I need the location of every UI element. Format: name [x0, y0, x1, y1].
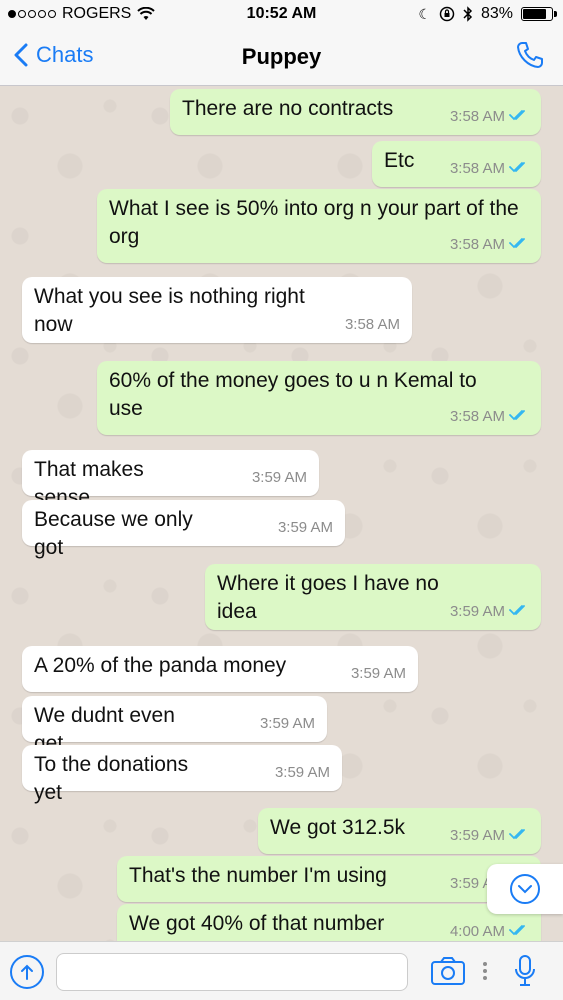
- outgoing-message[interactable]: We got 312.5k 3:59 AM: [258, 808, 541, 854]
- chevron-down-circle-icon: [510, 874, 540, 904]
- outgoing-message[interactable]: 60% of the money goes to u n Kemal to us…: [97, 361, 541, 435]
- chat-title[interactable]: Puppey: [0, 44, 563, 70]
- outgoing-message[interactable]: We got 40% of that number 4:00 AM: [117, 904, 541, 941]
- timestamp-text: 3:59 AM: [449, 827, 505, 844]
- read-receipt-icon: [509, 598, 529, 626]
- message-timestamp: 3:59 AM: [351, 660, 406, 688]
- moon-icon: ☾: [418, 5, 431, 22]
- message-text: That's the number I'm using: [129, 864, 387, 887]
- scroll-to-bottom-button[interactable]: [487, 864, 563, 914]
- incoming-message[interactable]: That makes sense 3:59 AM: [22, 450, 319, 509]
- read-receipt-icon: [509, 155, 529, 183]
- timestamp-text: 4:00 AM: [449, 923, 505, 940]
- message-timestamp: 3:59 AM: [260, 710, 315, 738]
- message-timestamp: 3:59 AM: [450, 598, 529, 626]
- microphone-icon: [515, 955, 535, 986]
- rotation-lock-icon: [439, 6, 455, 22]
- outgoing-message[interactable]: Etc 3:58 AM: [372, 141, 541, 187]
- timestamp-text: 3:58 AM: [449, 408, 505, 425]
- message-input[interactable]: [56, 953, 408, 991]
- timestamp-text: 3:58 AM: [449, 236, 505, 253]
- timestamp-text: 3:59 AM: [350, 665, 406, 682]
- timestamp-text: 3:59 AM: [259, 715, 315, 732]
- message-text: 60% of the money goes to u n Kemal to us…: [109, 369, 477, 420]
- read-receipt-icon: [509, 822, 529, 850]
- message-text: Because we only got: [34, 508, 193, 559]
- message-text: Where it goes I have no idea: [217, 572, 439, 623]
- message-timestamp: 4:00 AM: [450, 918, 529, 941]
- incoming-message[interactable]: We dudnt even get 3:59 AM: [22, 696, 327, 755]
- phone-icon: [517, 42, 543, 68]
- timestamp-text: 3:59 AM: [277, 519, 333, 536]
- nav-bar: Chats Puppey: [0, 30, 563, 86]
- message-timestamp: 3:59 AM: [450, 822, 529, 850]
- message-list[interactable]: There are no contracts 3:58 AM Etc 3:58 AM W…: [0, 86, 563, 941]
- share-button[interactable]: [10, 955, 44, 989]
- timestamp-text: 3:58 AM: [449, 108, 505, 125]
- message-timestamp: 3:58 AM: [450, 231, 529, 259]
- message-text: What you see is nothing right now: [34, 285, 305, 336]
- message-timestamp: 3:59 AM: [275, 759, 330, 787]
- outgoing-message[interactable]: Where it goes I have no idea 3:59 AM: [205, 564, 541, 630]
- incoming-message[interactable]: What you see is nothing right now 3:58 AM: [22, 277, 412, 343]
- microphone-button[interactable]: [514, 954, 536, 993]
- message-timestamp: 3:59 AM: [278, 514, 333, 542]
- outgoing-message[interactable]: What I see is 50% into org n your part o…: [97, 189, 541, 263]
- arrow-up-icon: [21, 964, 33, 980]
- status-right: ☾ 83%: [418, 5, 557, 23]
- timestamp-text: 3:58 AM: [449, 160, 505, 177]
- message-timestamp: 3:58 AM: [450, 155, 529, 183]
- incoming-message[interactable]: Because we only got 3:59 AM: [22, 500, 345, 559]
- message-text: A 20% of the panda money: [34, 654, 287, 677]
- battery-percent: 83%: [480, 5, 513, 22]
- status-bar: ROGERS 10:52 AM ☾ 83%: [0, 0, 563, 30]
- message-timestamp: 3:58 AM: [450, 103, 529, 131]
- timestamp-text: 3:59 AM: [274, 764, 330, 781]
- message-text: To the donations yet: [34, 753, 189, 804]
- message-text: We got 40% of that number: [129, 912, 385, 935]
- dots-vertical-icon: [483, 962, 487, 980]
- outgoing-message[interactable]: That's the number I'm using 3:59 AM: [117, 856, 541, 902]
- input-bar: [0, 941, 563, 1000]
- more-button[interactable]: [482, 958, 488, 989]
- read-receipt-icon: [509, 103, 529, 131]
- timestamp-text: 3:59 AM: [449, 603, 505, 620]
- message-timestamp: 3:59 AM: [252, 464, 307, 492]
- call-button[interactable]: [515, 40, 545, 75]
- message-timestamp: 3:58 AM: [450, 403, 529, 431]
- timestamp-text: 3:58 AM: [344, 316, 400, 333]
- outgoing-message[interactable]: There are no contracts 3:58 AM: [170, 89, 541, 135]
- incoming-message[interactable]: A 20% of the panda money 3:59 AM: [22, 646, 418, 692]
- read-receipt-icon: [509, 918, 529, 941]
- camera-icon: [431, 957, 465, 985]
- incoming-message[interactable]: To the donations yet 3:59 AM: [22, 745, 342, 804]
- battery-icon: [521, 7, 557, 21]
- read-receipt-icon: [509, 403, 529, 431]
- timestamp-text: 3:59 AM: [251, 469, 307, 486]
- bluetooth-icon: [463, 6, 473, 22]
- camera-button[interactable]: [430, 956, 466, 991]
- read-receipt-icon: [509, 231, 529, 259]
- message-timestamp: 3:58 AM: [345, 311, 400, 339]
